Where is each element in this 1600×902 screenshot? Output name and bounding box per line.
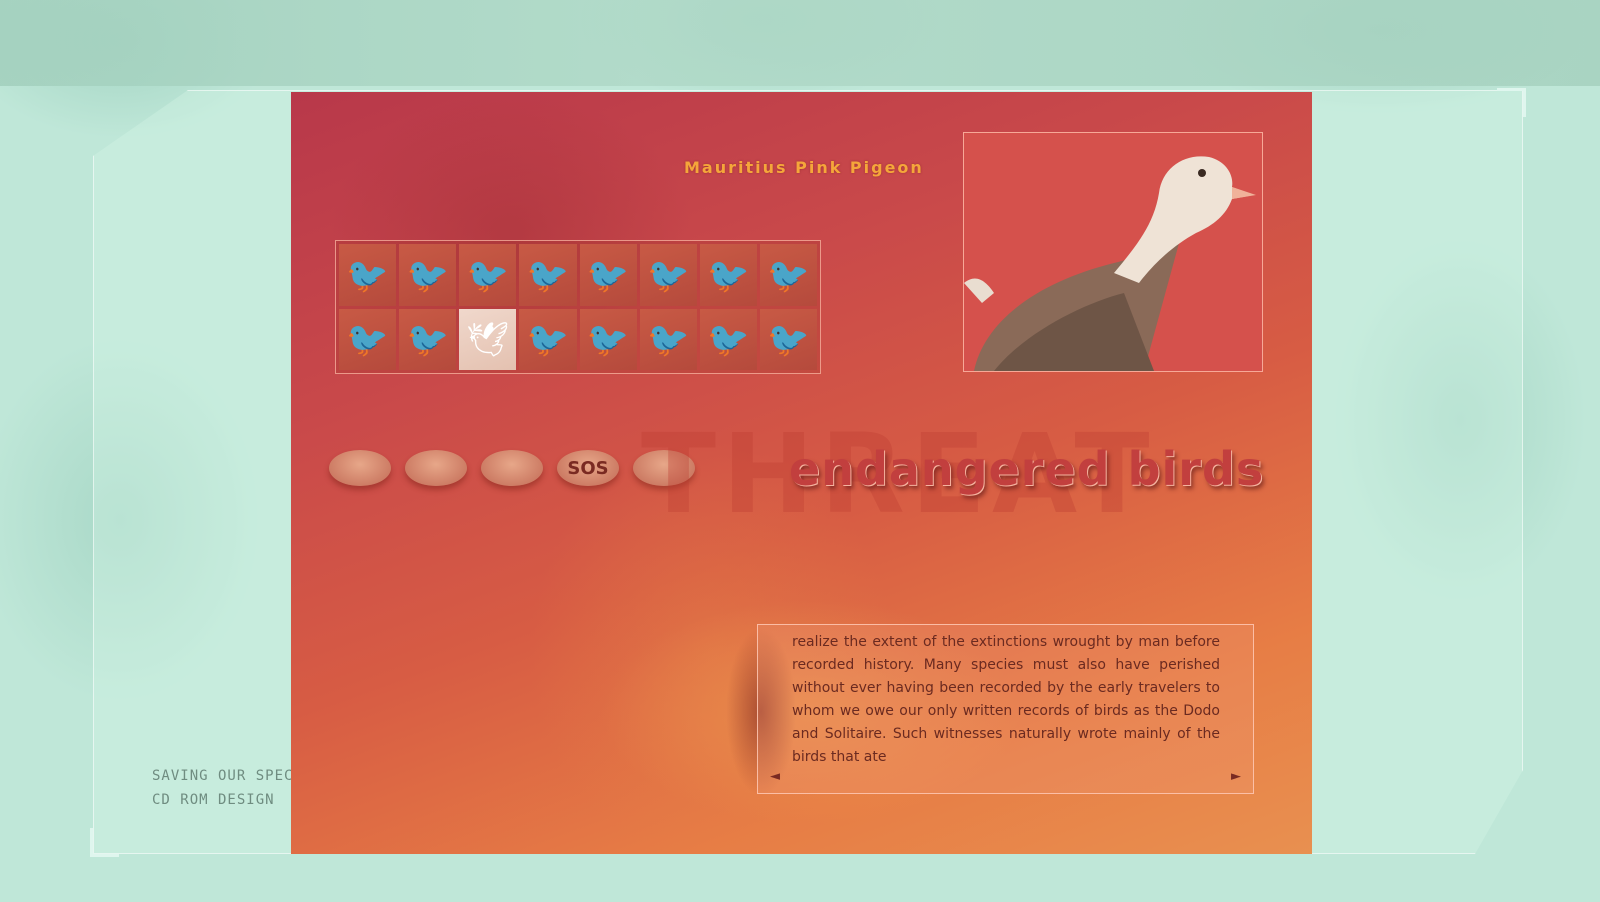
bird-icon: 🐦 — [647, 320, 690, 361]
bird-icon: 🐦 — [767, 255, 810, 296]
description-text: realize the extent of the extinctions wr… — [792, 634, 1220, 765]
bird-icon: 🐦 — [406, 320, 449, 361]
bird-icon: 🐦 — [707, 320, 750, 361]
pigeon-icon: 🕊 — [466, 320, 510, 361]
frame-corner-bottom-left — [90, 828, 119, 857]
previous-page-arrow-icon[interactable]: ◄ — [770, 769, 780, 784]
bird-thumbnail[interactable]: 🐦 — [459, 244, 517, 306]
bird-thumbnail[interactable]: 🐦 — [399, 244, 457, 306]
bird-thumbnail[interactable]: 🐦 — [639, 308, 697, 370]
bird-icon: 🐦 — [707, 255, 750, 296]
pigeon-illustration — [964, 133, 1262, 371]
nav-button-heads[interactable] — [405, 450, 467, 486]
bird-icon: 🐦 — [406, 255, 449, 296]
bird-thumbnail[interactable]: 🐦 — [759, 308, 817, 370]
bird-thumbnail[interactable]: 🐦 — [519, 244, 577, 306]
cdrom-screen: Mauritius Pink Pigeon 🐦 🐦 🐦 🐦 🐦 🐦 🐦 🐦 🐦 … — [291, 92, 1312, 854]
nav-button-sos[interactable]: SOS — [557, 450, 619, 486]
next-page-arrow-icon[interactable]: ► — [1231, 769, 1241, 784]
bird-thumbnail[interactable]: 🐦 — [579, 244, 637, 306]
description-panel: realize the extent of the extinctions wr… — [757, 624, 1254, 794]
bird-thumbnail[interactable]: 🐦 — [579, 308, 637, 370]
section-headline: endangered birds — [789, 442, 1265, 496]
bird-thumbnail[interactable]: 🐦 — [519, 308, 577, 370]
bird-thumbnail-selected[interactable]: 🕊 — [459, 308, 517, 370]
frame-corner-top-right — [1497, 88, 1526, 117]
bird-icon: 🐦 — [526, 320, 570, 361]
bird-thumbnail[interactable]: 🐦 — [699, 308, 757, 370]
bird-thumbnail[interactable]: 🐦 — [399, 308, 457, 370]
top-banner — [0, 0, 1600, 86]
nav-button-beaks[interactable] — [481, 450, 543, 486]
bird-thumbnail[interactable]: 🐦 — [639, 244, 697, 306]
bird-thumbnail-grid: 🐦 🐦 🐦 🐦 🐦 🐦 🐦 🐦 🐦 🐦 🕊 🐦 🐦 🐦 🐦 🐦 — [335, 240, 821, 374]
bird-icon: 🐦 — [346, 320, 389, 361]
bird-icon: 🐦 — [586, 255, 630, 296]
bird-icon: 🐦 — [466, 255, 509, 296]
bird-thumbnail[interactable]: 🐦 — [759, 244, 817, 306]
bird-icon: 🐦 — [346, 255, 389, 296]
bird-thumbnail[interactable]: 🐦 — [699, 244, 757, 306]
bird-photo — [963, 132, 1263, 372]
bird-icon: 🐦 — [647, 255, 690, 296]
bird-icon: 🐦 — [526, 255, 570, 296]
selected-bird-name: Mauritius Pink Pigeon — [684, 158, 924, 177]
bird-thumbnail[interactable]: 🐦 — [339, 308, 397, 370]
bird-icon: 🐦 — [767, 320, 810, 361]
nav-button-birds[interactable] — [329, 450, 391, 486]
bird-thumbnail[interactable]: 🐦 — [339, 244, 397, 306]
bird-icon: 🐦 — [586, 320, 630, 361]
